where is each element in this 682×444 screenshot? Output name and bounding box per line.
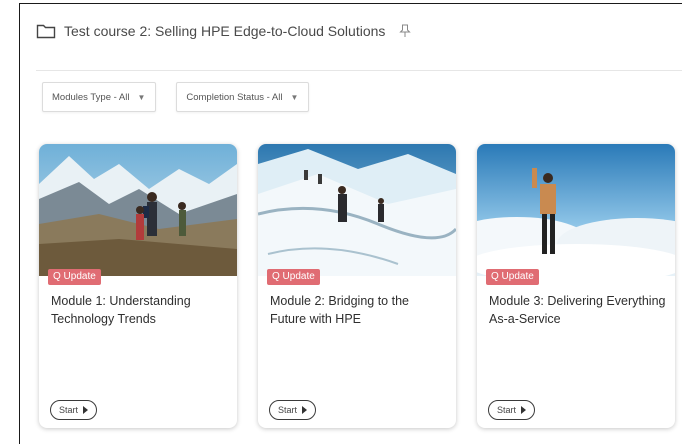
chevron-down-icon: ▼ [290,92,299,102]
pin-icon[interactable] [399,24,412,38]
completion-status-filter-label: Completion Status - All [186,91,283,103]
modules-type-filter-label: Modules Type - All [52,91,130,103]
status-badge: Q Update [486,269,539,285]
module-card-2[interactable]: Q Update Module 2: Bridging to the Futur… [258,144,456,428]
module-title: Module 2: Bridging to the Future with HP… [270,294,409,326]
status-badge: Q Update [48,269,101,285]
completion-status-filter[interactable]: Completion Status - All ▼ [176,82,310,112]
module-1-image [39,144,237,276]
start-button-label: Start [278,405,298,415]
filter-bar: Modules Type - All ▼ Completion Status -… [42,82,310,112]
play-icon [521,406,527,414]
modules-type-filter[interactable]: Modules Type - All ▼ [42,82,157,112]
page-title: Test course 2: Selling HPE Edge-to-Cloud… [64,23,386,39]
folder-icon [36,24,56,39]
module-3-image [477,144,675,276]
play-icon [302,406,308,414]
status-badge: Q Update [267,269,320,285]
course-panel: Test course 2: Selling HPE Edge-to-Cloud… [19,3,682,444]
module-title: Module 1: Understanding Technology Trend… [51,294,191,326]
module-title: Module 3: Delivering Everything As-a-Ser… [489,294,666,326]
start-button[interactable]: Start [50,400,98,420]
course-header: Test course 2: Selling HPE Edge-to-Cloud… [36,20,412,42]
module-card-3[interactable]: Q Update Module 3: Delivering Everything… [477,144,675,428]
start-button[interactable]: Start [488,400,536,420]
module-2-image [258,144,456,276]
start-button-label: Start [59,405,79,415]
play-icon [83,406,89,414]
start-button-label: Start [497,405,517,415]
module-card-list: Q Update Module 1: Understanding Technol… [39,144,675,428]
header-divider [36,70,682,71]
module-card-1[interactable]: Q Update Module 1: Understanding Technol… [39,144,237,428]
start-button[interactable]: Start [269,400,317,420]
chevron-down-icon: ▼ [137,92,146,102]
